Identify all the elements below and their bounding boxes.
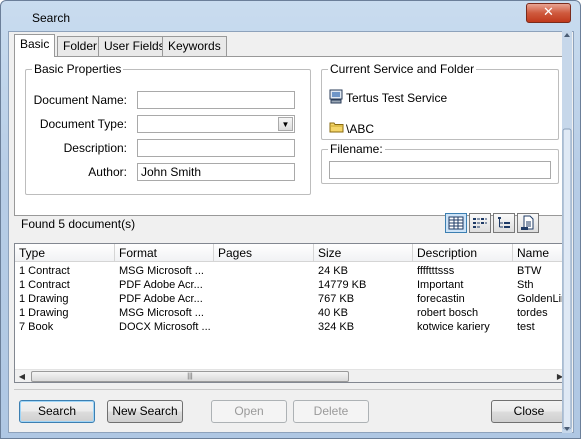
results-status: Found 5 document(s) — [21, 217, 136, 231]
tab-user-fields[interactable]: User Fields — [98, 36, 171, 56]
document-name-field[interactable] — [137, 91, 295, 109]
cell-format: DOCX Microsoft ... — [119, 321, 211, 333]
horizontal-scrollbar[interactable]: ◀ ||| ▶ — [15, 369, 567, 382]
column-header-type[interactable]: Type — [15, 244, 115, 262]
service-name: Tertus Test Service — [346, 91, 448, 105]
close-icon[interactable]: ✕ — [526, 3, 571, 23]
tab-keywords-label: Keywords — [168, 39, 221, 53]
cell-description: robert bosch — [417, 307, 479, 319]
scroll-track-icon — [562, 31, 572, 433]
column-header-name[interactable]: Name — [513, 244, 567, 262]
cell-format: PDF Adobe Acr... — [119, 293, 203, 305]
details-view-icon — [448, 216, 464, 230]
preview-view-button[interactable] — [517, 213, 539, 233]
document-type-select[interactable]: ▼ — [137, 115, 295, 133]
list-view-button[interactable] — [469, 213, 491, 233]
search-dialog: Search ✕ Basic Folder User Fields Keywor… — [0, 0, 581, 439]
table-row[interactable]: 7 Book DOCX Microsoft ... 324 KB kotwice… — [15, 320, 567, 334]
cell-type: 1 Drawing — [19, 307, 69, 319]
cell-size: 24 KB — [318, 265, 348, 277]
document-name-label: Document Name: — [33, 93, 127, 107]
cell-format: MSG Microsoft ... — [119, 307, 204, 319]
tree-view-button[interactable] — [493, 213, 515, 233]
cell-pages — [214, 292, 314, 306]
folder-icon — [329, 122, 344, 133]
cell-pages — [214, 320, 314, 334]
cell-description: forecastin — [417, 293, 465, 305]
table-row[interactable]: 1 Drawing MSG Microsoft ... 40 KB robert… — [15, 306, 567, 320]
cell-pages — [214, 264, 314, 278]
tab-basic-label: Basic — [20, 37, 50, 51]
cell-type: 7 Book — [19, 321, 54, 333]
computer-icon — [329, 89, 343, 104]
tab-user-fields-label: User Fields — [104, 39, 165, 53]
cell-type: 1 Drawing — [19, 293, 69, 305]
cell-format: MSG Microsoft ... — [119, 265, 204, 277]
tree-view-icon — [498, 217, 510, 228]
new-search-button[interactable]: New Search — [107, 400, 183, 423]
cell-type: 1 Contract — [19, 265, 70, 277]
chevron-down-icon[interactable]: ▼ — [278, 117, 293, 131]
close-button[interactable]: Close — [491, 400, 567, 423]
cell-pages — [214, 306, 314, 320]
tab-folder[interactable]: Folder — [57, 36, 104, 56]
author-field[interactable]: John Smith — [137, 163, 295, 181]
tab-keywords[interactable]: Keywords — [162, 36, 227, 56]
author-label: Author: — [88, 165, 127, 179]
vertical-scrollbar[interactable] — [562, 31, 572, 433]
divider — [14, 389, 568, 390]
search-button[interactable]: Search — [19, 400, 95, 423]
folder-path: \ABC — [346, 122, 375, 136]
scroll-left-icon[interactable]: ◀ — [15, 370, 29, 382]
dialog-client: Basic Folder User Fields Keywords Basic … — [8, 31, 574, 433]
cell-format: PDF Adobe Acr... — [119, 279, 203, 291]
cell-name: test — [517, 321, 535, 333]
list-view-icon — [473, 218, 487, 228]
tab-basic[interactable]: Basic — [14, 34, 56, 57]
column-header-description[interactable]: Description — [413, 244, 513, 262]
title-bar[interactable]: Search ✕ — [1, 1, 580, 31]
list-header: Type Format Pages Size Description Name — [15, 244, 567, 262]
delete-button[interactable]: Delete — [293, 400, 369, 423]
filename-field[interactable] — [329, 161, 551, 179]
column-header-pages[interactable]: Pages — [214, 244, 314, 262]
cell-size: 324 KB — [318, 321, 355, 333]
cell-description: kotwice kariery — [417, 321, 490, 333]
tab-folder-label: Folder — [63, 39, 98, 53]
scrollbar-thumb[interactable]: ||| — [31, 371, 349, 382]
window-title: Search — [32, 11, 71, 25]
cell-type: 1 Contract — [19, 279, 70, 291]
basic-properties-legend: Basic Properties — [34, 62, 122, 76]
cell-name: BTW — [517, 265, 542, 277]
cell-size: 40 KB — [318, 307, 348, 319]
description-label: Description: — [63, 141, 127, 155]
open-button[interactable]: Open — [211, 400, 287, 423]
details-view-button[interactable] — [445, 213, 467, 233]
table-row[interactable]: 1 Contract PDF Adobe Acr... 14779 KB Imp… — [15, 278, 567, 292]
cell-size: 767 KB — [318, 293, 355, 305]
column-header-size[interactable]: Size — [314, 244, 413, 262]
basic-tab-panel: Basic Properties Document Name: Document… — [14, 56, 568, 216]
cell-pages — [214, 278, 314, 292]
table-row[interactable]: 1 Contract MSG Microsoft ... 24 KB fffft… — [15, 264, 567, 278]
filename-legend: Filename: — [330, 142, 383, 156]
document-type-label: Document Type: — [39, 117, 127, 131]
current-service-legend: Current Service and Folder — [330, 62, 475, 76]
table-row[interactable]: 1 Drawing PDF Adobe Acr... 767 KB foreca… — [15, 292, 567, 306]
cell-size: 14779 KB — [318, 279, 367, 291]
cell-description: Important — [417, 279, 464, 291]
cell-name: GoldenLine — [517, 293, 567, 305]
cell-name: tordes — [517, 307, 548, 319]
cell-description: fffftttsss — [417, 265, 455, 277]
cell-name: Sth — [517, 279, 534, 291]
results-list[interactable]: Type Format Pages Size Description Name … — [14, 243, 568, 383]
column-header-format[interactable]: Format — [115, 244, 214, 262]
preview-view-icon — [521, 215, 534, 230]
description-field[interactable] — [137, 139, 295, 157]
